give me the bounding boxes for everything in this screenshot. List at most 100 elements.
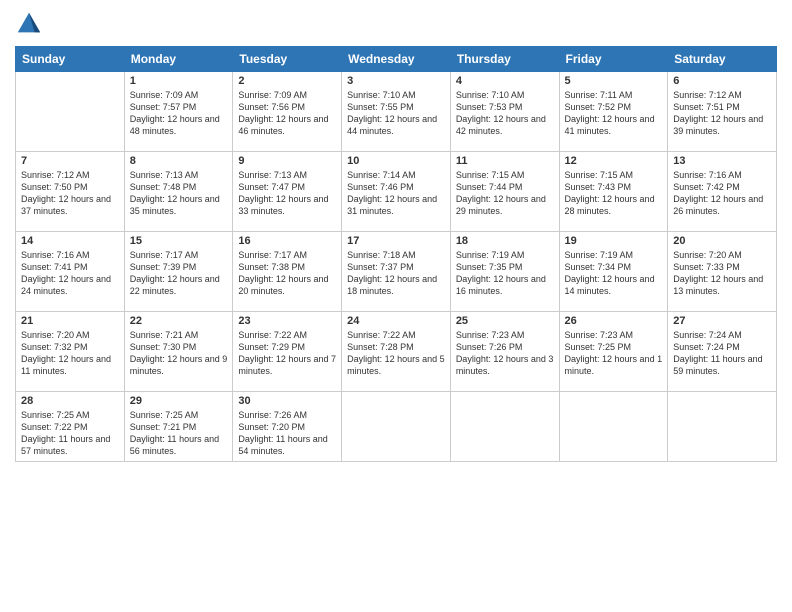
calendar-cell bbox=[450, 392, 559, 462]
day-number: 27 bbox=[673, 315, 771, 327]
day-info: Sunrise: 7:20 AMSunset: 7:32 PMDaylight:… bbox=[21, 329, 119, 378]
weekday-header-wednesday: Wednesday bbox=[342, 47, 451, 72]
calendar-week-1: 1 Sunrise: 7:09 AMSunset: 7:57 PMDaylight… bbox=[16, 72, 777, 152]
calendar-cell bbox=[668, 392, 777, 462]
day-info: Sunrise: 7:11 AMSunset: 7:52 PMDaylight:… bbox=[565, 89, 663, 138]
calendar-cell: 30 Sunrise: 7:26 AMSunset: 7:20 PMDayligh… bbox=[233, 392, 342, 462]
day-info: Sunrise: 7:20 AMSunset: 7:33 PMDaylight:… bbox=[673, 249, 771, 298]
calendar-cell: 18Sunrise: 7:19 AMSunset: 7:35 PMDayligh… bbox=[450, 232, 559, 312]
day-info: Sunrise: 7:14 AMSunset: 7:46 PMDaylight:… bbox=[347, 169, 445, 218]
day-number: 12 bbox=[565, 155, 663, 167]
calendar-cell: 26Sunrise: 7:23 AMSunset: 7:25 PMDayligh… bbox=[559, 312, 668, 392]
day-number: 13 bbox=[673, 155, 771, 167]
calendar-cell bbox=[342, 392, 451, 462]
day-info: Sunrise: 7:21 AMSunset: 7:30 PMDaylight:… bbox=[130, 329, 228, 378]
day-number: 16 bbox=[238, 235, 336, 247]
day-number: 14 bbox=[21, 235, 119, 247]
calendar-cell: 2 Sunrise: 7:09 AMSunset: 7:56 PMDaylight… bbox=[233, 72, 342, 152]
day-number: 21 bbox=[21, 315, 119, 327]
day-number: 23 bbox=[238, 315, 336, 327]
day-number: 19 bbox=[565, 235, 663, 247]
calendar-cell: 10Sunrise: 7:14 AMSunset: 7:46 PMDayligh… bbox=[342, 152, 451, 232]
day-info: Sunrise: 7:15 AMSunset: 7:44 PMDaylight:… bbox=[456, 169, 554, 218]
day-info: Sunrise: 7:19 AMSunset: 7:35 PMDaylight:… bbox=[456, 249, 554, 298]
day-info: Sunrise: 7:17 AMSunset: 7:39 PMDaylight:… bbox=[130, 249, 228, 298]
calendar-cell: 9 Sunrise: 7:13 AMSunset: 7:47 PMDaylight… bbox=[233, 152, 342, 232]
day-info: Sunrise: 7:15 AMSunset: 7:43 PMDaylight:… bbox=[565, 169, 663, 218]
day-info: Sunrise: 7:16 AMSunset: 7:41 PMDaylight:… bbox=[21, 249, 119, 298]
day-number: 2 bbox=[238, 75, 336, 87]
calendar-cell: 3 Sunrise: 7:10 AMSunset: 7:55 PMDaylight… bbox=[342, 72, 451, 152]
calendar-table: SundayMondayTuesdayWednesdayThursdayFrid… bbox=[15, 46, 777, 462]
calendar-cell: 12 Sunrise: 7:15 AMSunset: 7:43 PMDayligh… bbox=[559, 152, 668, 232]
weekday-header-thursday: Thursday bbox=[450, 47, 559, 72]
page: SundayMondayTuesdayWednesdayThursdayFrid… bbox=[0, 0, 792, 612]
day-number: 8 bbox=[130, 155, 228, 167]
weekday-header-friday: Friday bbox=[559, 47, 668, 72]
day-number: 6 bbox=[673, 75, 771, 87]
day-info: Sunrise: 7:10 AMSunset: 7:55 PMDaylight:… bbox=[347, 89, 445, 138]
calendar-cell: 24 Sunrise: 7:22 AMSunset: 7:28 PMDayligh… bbox=[342, 312, 451, 392]
calendar-cell: 22 Sunrise: 7:21 AMSunset: 7:30 PMDayligh… bbox=[124, 312, 233, 392]
day-number: 11 bbox=[456, 155, 554, 167]
calendar-cell: 28Sunrise: 7:25 AMSunset: 7:22 PMDayligh… bbox=[16, 392, 125, 462]
calendar-cell: 7 Sunrise: 7:12 AMSunset: 7:50 PMDaylight… bbox=[16, 152, 125, 232]
day-info: Sunrise: 7:22 AMSunset: 7:28 PMDaylight:… bbox=[347, 329, 445, 378]
logo bbox=[15, 10, 47, 38]
day-info: Sunrise: 7:18 AMSunset: 7:37 PMDaylight:… bbox=[347, 249, 445, 298]
calendar-cell: 13 Sunrise: 7:16 AMSunset: 7:42 PMDayligh… bbox=[668, 152, 777, 232]
day-number: 20 bbox=[673, 235, 771, 247]
weekday-header-tuesday: Tuesday bbox=[233, 47, 342, 72]
calendar-cell: 23 Sunrise: 7:22 AMSunset: 7:29 PMDayligh… bbox=[233, 312, 342, 392]
calendar-week-3: 14 Sunrise: 7:16 AMSunset: 7:41 PMDayligh… bbox=[16, 232, 777, 312]
day-number: 17 bbox=[347, 235, 445, 247]
calendar-cell: 20 Sunrise: 7:20 AMSunset: 7:33 PMDayligh… bbox=[668, 232, 777, 312]
calendar-cell: 21 Sunrise: 7:20 AMSunset: 7:32 PMDayligh… bbox=[16, 312, 125, 392]
day-info: Sunrise: 7:22 AMSunset: 7:29 PMDaylight:… bbox=[238, 329, 336, 378]
header bbox=[15, 10, 777, 38]
day-info: Sunrise: 7:09 AMSunset: 7:57 PMDaylight:… bbox=[130, 89, 228, 138]
day-info: Sunrise: 7:16 AMSunset: 7:42 PMDaylight:… bbox=[673, 169, 771, 218]
day-info: Sunrise: 7:26 AMSunset: 7:20 PMDaylight:… bbox=[238, 409, 336, 458]
day-number: 28 bbox=[21, 395, 119, 407]
day-number: 1 bbox=[130, 75, 228, 87]
calendar-cell: 5 Sunrise: 7:11 AMSunset: 7:52 PMDaylight… bbox=[559, 72, 668, 152]
calendar-cell: 8 Sunrise: 7:13 AMSunset: 7:48 PMDaylight… bbox=[124, 152, 233, 232]
day-info: Sunrise: 7:12 AMSunset: 7:50 PMDaylight:… bbox=[21, 169, 119, 218]
day-number: 29 bbox=[130, 395, 228, 407]
day-number: 24 bbox=[347, 315, 445, 327]
weekday-header-sunday: Sunday bbox=[16, 47, 125, 72]
calendar-cell: 25 Sunrise: 7:23 AMSunset: 7:26 PMDayligh… bbox=[450, 312, 559, 392]
calendar-cell: 17 Sunrise: 7:18 AMSunset: 7:37 PMDayligh… bbox=[342, 232, 451, 312]
weekday-header-monday: Monday bbox=[124, 47, 233, 72]
calendar-cell: 16 Sunrise: 7:17 AMSunset: 7:38 PMDayligh… bbox=[233, 232, 342, 312]
day-info: Sunrise: 7:23 AMSunset: 7:26 PMDaylight:… bbox=[456, 329, 554, 378]
calendar-cell: 11 Sunrise: 7:15 AMSunset: 7:44 PMDayligh… bbox=[450, 152, 559, 232]
calendar-cell: 6 Sunrise: 7:12 AMSunset: 7:51 PMDaylight… bbox=[668, 72, 777, 152]
calendar-cell bbox=[16, 72, 125, 152]
calendar-cell: 4 Sunrise: 7:10 AMSunset: 7:53 PMDaylight… bbox=[450, 72, 559, 152]
day-info: Sunrise: 7:17 AMSunset: 7:38 PMDaylight:… bbox=[238, 249, 336, 298]
day-number: 15 bbox=[130, 235, 228, 247]
day-number: 25 bbox=[456, 315, 554, 327]
day-info: Sunrise: 7:13 AMSunset: 7:47 PMDaylight:… bbox=[238, 169, 336, 218]
day-info: Sunrise: 7:09 AMSunset: 7:56 PMDaylight:… bbox=[238, 89, 336, 138]
calendar-header-row: SundayMondayTuesdayWednesdayThursdayFrid… bbox=[16, 47, 777, 72]
day-info: Sunrise: 7:25 AMSunset: 7:21 PMDaylight:… bbox=[130, 409, 228, 458]
day-number: 5 bbox=[565, 75, 663, 87]
day-number: 26 bbox=[565, 315, 663, 327]
calendar-cell: 1 Sunrise: 7:09 AMSunset: 7:57 PMDaylight… bbox=[124, 72, 233, 152]
day-number: 30 bbox=[238, 395, 336, 407]
day-number: 22 bbox=[130, 315, 228, 327]
day-info: Sunrise: 7:10 AMSunset: 7:53 PMDaylight:… bbox=[456, 89, 554, 138]
day-number: 7 bbox=[21, 155, 119, 167]
day-info: Sunrise: 7:12 AMSunset: 7:51 PMDaylight:… bbox=[673, 89, 771, 138]
calendar-week-5: 28Sunrise: 7:25 AMSunset: 7:22 PMDayligh… bbox=[16, 392, 777, 462]
day-info: Sunrise: 7:13 AMSunset: 7:48 PMDaylight:… bbox=[130, 169, 228, 218]
calendar-week-4: 21 Sunrise: 7:20 AMSunset: 7:32 PMDayligh… bbox=[16, 312, 777, 392]
day-number: 3 bbox=[347, 75, 445, 87]
day-number: 4 bbox=[456, 75, 554, 87]
logo-icon bbox=[15, 10, 43, 38]
calendar-week-2: 7 Sunrise: 7:12 AMSunset: 7:50 PMDaylight… bbox=[16, 152, 777, 232]
day-number: 9 bbox=[238, 155, 336, 167]
